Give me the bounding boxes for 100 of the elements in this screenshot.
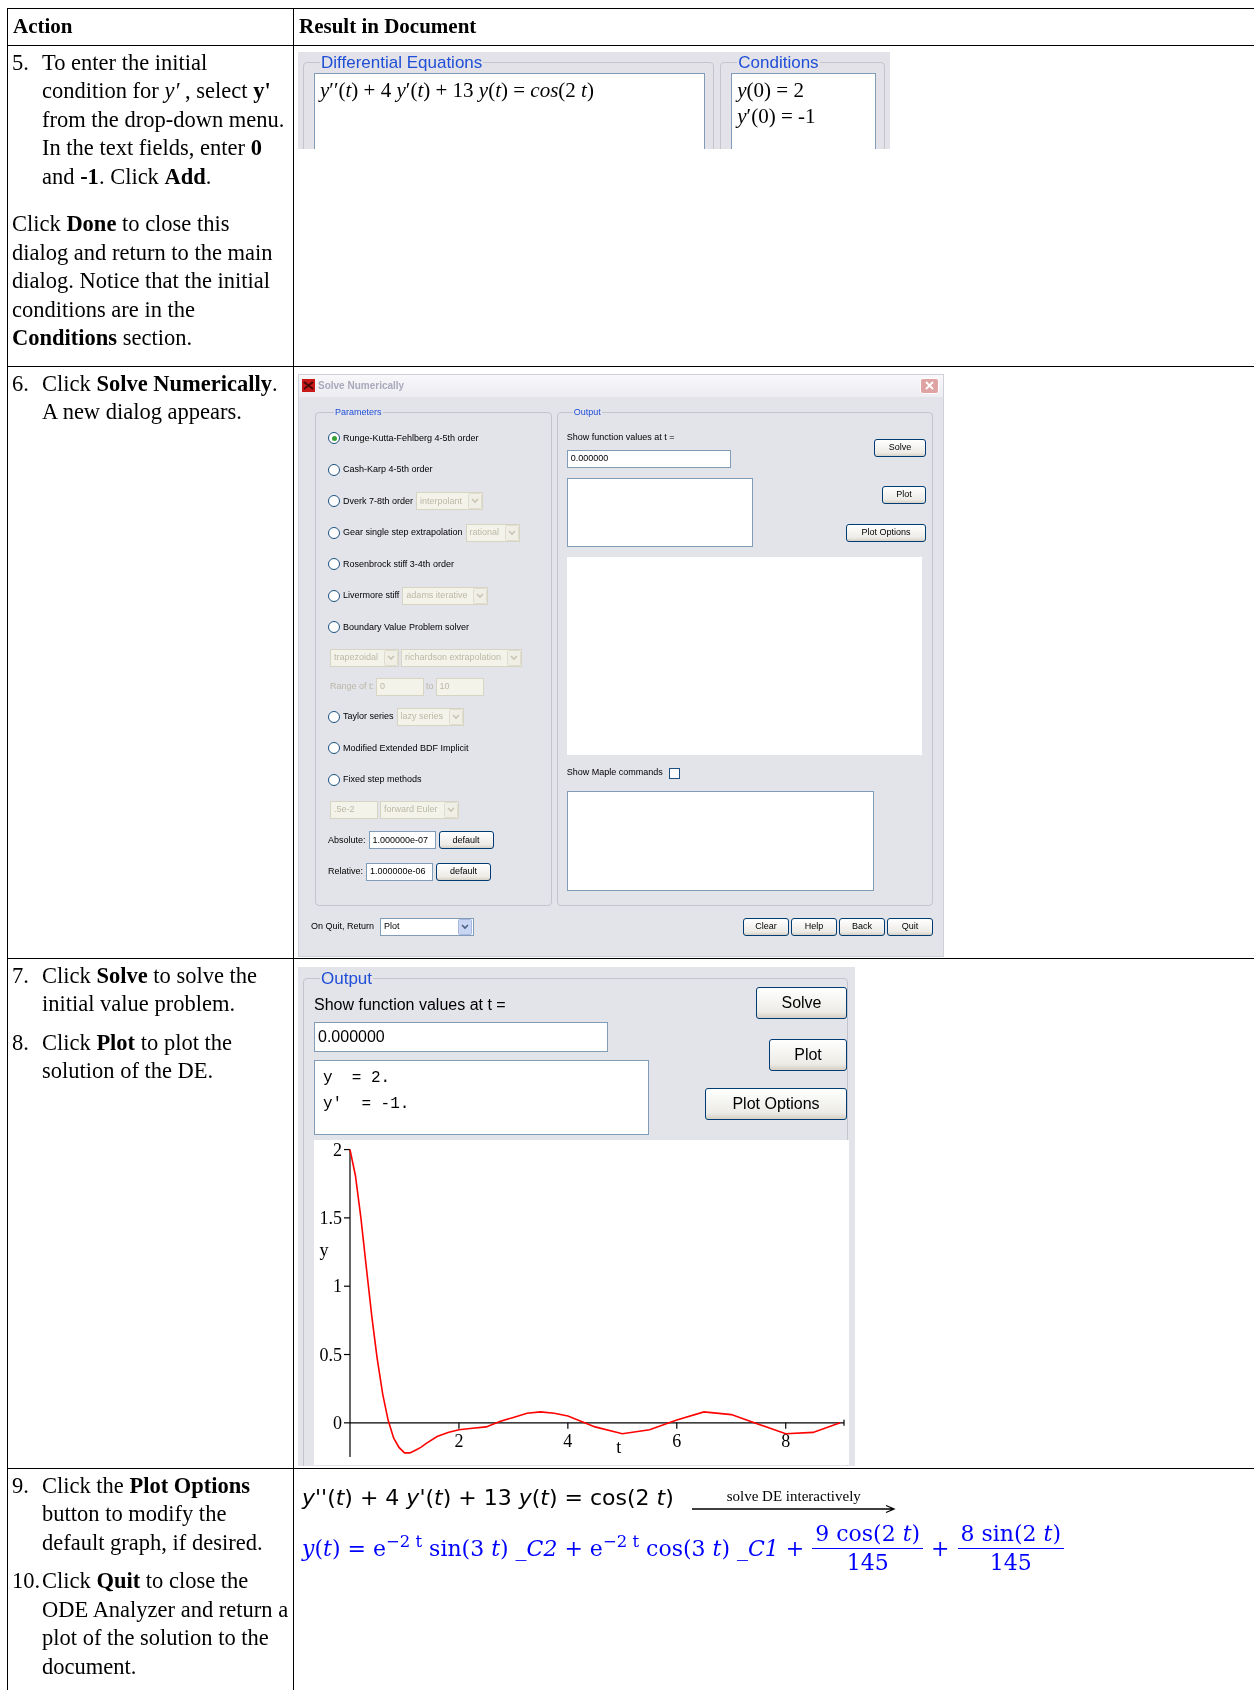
step-number: 9.: [12, 1471, 30, 1500]
radio-label: Taylor series: [343, 710, 394, 723]
close-icon: [925, 381, 934, 390]
field-label: Range of t:: [330, 679, 375, 693]
numerator: 8 sin(2 t): [957, 1519, 1065, 1549]
push-button[interactable]: Plot Options: [705, 1087, 847, 1120]
radio-label: Gear single step extrapolation: [343, 526, 463, 539]
step-text: To enter the initial condition for y′ , select y' from the drop-down menu. In the text fields, enter 0 and -1. Click Add.: [42, 48, 286, 191]
tick-label: 1.5: [319, 1207, 342, 1228]
equation: y(0) = 2: [737, 76, 805, 103]
step-text: Click Plot to plot the solution of the DE.: [42, 1028, 233, 1085]
radio-button[interactable]: [328, 621, 340, 634]
caret-icon: [468, 493, 483, 510]
dropdown[interactable]: Plot: [380, 917, 475, 936]
group-title: Parameters: [334, 407, 383, 417]
caret-icon: [384, 649, 399, 666]
column-header: Result in Document: [293, 8, 1254, 45]
push-button[interactable]: Solve: [874, 438, 926, 457]
field-label: On Quit, Return: [311, 919, 375, 933]
step-text: Click Quit to close the ODE Analyzer and return a plot of the solution to the document.: [42, 1567, 289, 1681]
radio-label: Fixed step methods: [343, 773, 422, 786]
equation: y′′(t) + 4 y′(t) + 13 y(t) = cos(2 t): [320, 76, 595, 103]
push-button[interactable]: Plot: [882, 485, 926, 504]
radio-button[interactable]: [328, 558, 340, 571]
input-field[interactable]: 1.000000e-07: [368, 831, 436, 850]
radio-label: Runge-Kutta-Fehlberg 4-5th order: [343, 431, 479, 445]
checkbox-label: Show Maple commands: [566, 766, 663, 780]
step-text: Click Solve Numerically. A new dialog appears.: [42, 369, 279, 426]
step-number: 10.: [12, 1567, 42, 1595]
tick-label: 0: [333, 1412, 342, 1433]
step-number: 5.: [12, 48, 30, 77]
push-button[interactable]: Plot: [769, 1038, 847, 1071]
radio-button[interactable]: [328, 463, 340, 476]
group-title: Output: [572, 407, 602, 417]
radio-button[interactable]: [328, 526, 340, 539]
denominator: 145: [989, 1548, 1032, 1577]
radio-label: Dverk 7-8th order: [343, 494, 414, 508]
tick-label: 0.5: [319, 1344, 342, 1364]
tick-label: 1: [333, 1275, 342, 1296]
radio-label: Rosenbrock stiff 3-4th order: [343, 557, 454, 571]
radio-button[interactable]: [328, 589, 340, 602]
push-button[interactable]: Help: [791, 917, 837, 936]
radio-label: Livermore stiff: [343, 589, 400, 602]
field-label: Relative:: [328, 865, 363, 878]
group-title: Output: [320, 969, 374, 987]
denominator: 145: [846, 1548, 889, 1577]
radio-label: Cash-Karp 4-5th order: [343, 463, 433, 476]
push-button[interactable]: default: [436, 862, 491, 881]
arrow-label: solve DE interactively: [726, 1487, 861, 1504]
tick-label: 6: [672, 1430, 682, 1451]
numerator: 9 cos(2 t): [812, 1519, 924, 1549]
radio-label: Boundary Value Problem solver: [343, 620, 469, 634]
push-button[interactable]: Quit: [887, 917, 933, 936]
axis-label: y: [319, 1239, 329, 1260]
step-number: 8.: [12, 1028, 30, 1057]
radio-label: Modified Extended BDF Implicit: [343, 741, 469, 755]
input-field[interactable]: 0.000000: [566, 450, 731, 468]
radio-button[interactable]: [328, 773, 340, 786]
radio-button[interactable]: [328, 495, 340, 508]
push-button[interactable]: Clear: [743, 917, 789, 936]
axis-label: t: [616, 1436, 622, 1457]
prompt-label: Show function values at t =: [314, 994, 507, 1015]
caret-icon: [449, 708, 464, 725]
solution-text: y(t) = e$^{−2 t}$ sin(3 t) _C2 + e$^{−2 t}$ cos(3 t) _C1 +: [302, 1531, 805, 1563]
equation: y''(t) + 4 y'(t) + 13 y(t) = cos(2 t): [302, 1483, 674, 1512]
app-icon: [302, 379, 315, 392]
group-title: Differential Equations: [320, 53, 484, 71]
caret-icon: [473, 587, 488, 604]
column-header: Action: [7, 8, 294, 45]
tick-label: 2: [454, 1430, 464, 1451]
step-number: 6.: [12, 369, 30, 398]
field-label: to: [426, 679, 434, 693]
tick-label: 2: [333, 1139, 342, 1160]
push-button[interactable]: Solve: [756, 986, 847, 1019]
equation: y′(0) = -1: [737, 102, 817, 129]
result-line: y = 2.: [323, 1067, 392, 1089]
step-text: Click Solve to solve the initial value problem.: [42, 961, 258, 1018]
input-field[interactable]: 0.000000: [314, 1021, 608, 1052]
caret-icon: [507, 649, 522, 666]
radio-button[interactable]: [328, 742, 340, 755]
radio-button[interactable]: [328, 710, 340, 723]
solution-text: +: [931, 1534, 950, 1563]
tick-label: 4: [563, 1430, 573, 1451]
window-title: Solve Numerically: [318, 379, 406, 393]
group-title: Conditions: [737, 53, 820, 71]
field-label: Absolute:: [328, 833, 366, 847]
caret-icon: [458, 918, 473, 935]
result-line: y' = -1.: [323, 1093, 411, 1115]
prompt-label: Show function values at t =: [566, 430, 676, 444]
push-button[interactable]: Plot Options: [846, 523, 926, 542]
step-text: Click the Plot Options button to modify the default graph, if desired.: [42, 1471, 264, 1557]
caret-icon: [505, 524, 520, 541]
push-button[interactable]: default: [438, 831, 494, 850]
checkbox[interactable]: [668, 767, 680, 779]
step-number: 7.: [12, 961, 30, 990]
push-button[interactable]: Back: [839, 917, 885, 936]
input-field[interactable]: 1.000000e-06: [366, 862, 433, 881]
radio-button[interactable]: [328, 432, 340, 445]
caret-icon: [443, 802, 458, 818]
tick-label: 8: [781, 1430, 791, 1451]
